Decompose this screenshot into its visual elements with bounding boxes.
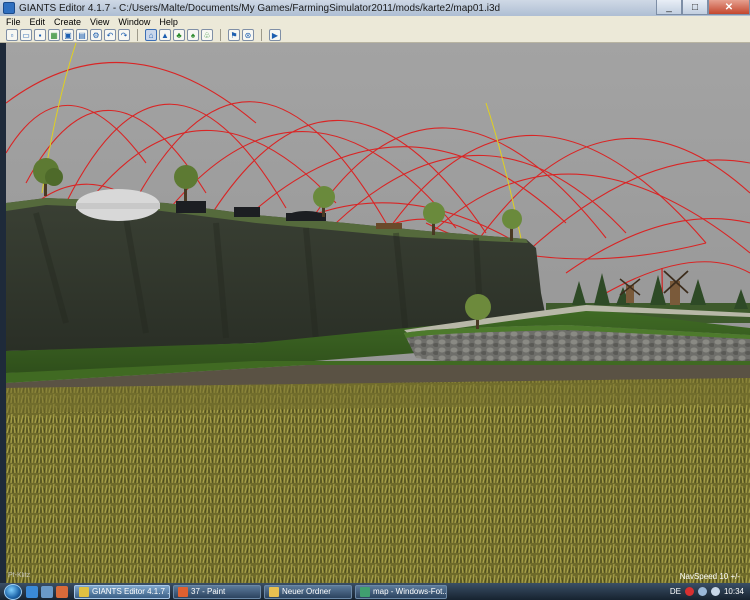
3d-viewport[interactable]: Pf-Klitz NavSpeed 10 +/- — [6, 43, 750, 583]
save-icon[interactable]: ▪ — [34, 29, 46, 41]
task-label: map - Windows-Fot... — [373, 587, 447, 596]
taskbar: GIANTS Editor 4.1.7 ... 37 - Paint Neuer… — [0, 583, 750, 600]
quick-launch — [26, 585, 68, 598]
media-icon[interactable] — [56, 585, 68, 598]
close-button[interactable]: ✕ — [708, 0, 750, 15]
settings-icon[interactable]: ⚙ — [90, 29, 102, 41]
menu-bar: File Edit Create View Window Help — [0, 16, 750, 28]
network-icon[interactable] — [697, 587, 707, 596]
photo-viewer-icon — [360, 586, 370, 597]
open-icon[interactable]: ▭ — [20, 29, 32, 41]
save-all-icon[interactable]: ▦ — [48, 29, 60, 41]
language-indicator[interactable]: DE — [670, 587, 681, 596]
antivirus-icon[interactable] — [684, 587, 694, 596]
select-tool-icon[interactable]: ⌂ — [145, 29, 157, 41]
system-tray: DE 10:34 — [670, 587, 750, 596]
import-icon[interactable]: ▣ — [62, 29, 74, 41]
minimize-button[interactable]: _ — [656, 0, 682, 15]
undo-icon[interactable]: ↶ — [104, 29, 116, 41]
toolbar: ▫ ▭ ▪ ▦ ▣ ▤ ⚙ ↶ ↷ ⌂ ▲ ♣ ♠ ♧ ⚑ ⊛ ▶ — [0, 28, 750, 43]
foliage-paint-icon[interactable]: ♣ — [173, 29, 185, 41]
toolbar-separator — [261, 29, 262, 41]
menu-window[interactable]: Window — [118, 17, 150, 27]
task-giants-editor[interactable]: GIANTS Editor 4.1.7 ... — [74, 584, 170, 599]
volume-icon[interactable] — [710, 587, 720, 596]
scene-render — [6, 43, 750, 583]
paint-icon — [178, 586, 188, 597]
play-icon[interactable]: ▶ — [269, 29, 281, 41]
new-icon[interactable]: ▫ — [6, 29, 18, 41]
menu-create[interactable]: Create — [54, 17, 81, 27]
redo-icon[interactable]: ↷ — [118, 29, 130, 41]
window-title: GIANTS Editor 4.1.7 - C:/Users/Malte/Doc… — [19, 2, 501, 14]
task-folder[interactable]: Neuer Ordner — [264, 584, 352, 599]
debug-icon[interactable]: ⊛ — [242, 29, 254, 41]
task-photo-viewer[interactable]: map - Windows-Fot... — [355, 584, 447, 599]
task-label: Neuer Ordner — [282, 587, 331, 596]
app-icon — [3, 2, 15, 14]
maximize-button[interactable]: □ — [682, 0, 708, 15]
menu-help[interactable]: Help — [159, 17, 178, 27]
task-label: 37 - Paint — [191, 587, 226, 596]
start-button[interactable] — [4, 583, 22, 600]
tree-paint-icon[interactable]: ♧ — [201, 29, 213, 41]
menu-view[interactable]: View — [90, 17, 109, 27]
ie-icon[interactable] — [26, 585, 38, 598]
show-desktop-icon[interactable] — [41, 585, 53, 598]
grass-paint-icon[interactable]: ♠ — [187, 29, 199, 41]
terrain-paint-icon[interactable]: ▲ — [159, 29, 171, 41]
clock[interactable]: 10:34 — [724, 587, 744, 596]
menu-file[interactable]: File — [6, 17, 21, 27]
title-bar: GIANTS Editor 4.1.7 - C:/Users/Malte/Doc… — [0, 0, 750, 16]
giants-editor-icon — [79, 586, 89, 597]
task-paint[interactable]: 37 - Paint — [173, 584, 261, 599]
script-icon[interactable]: ⚑ — [228, 29, 240, 41]
export-icon[interactable]: ▤ — [76, 29, 88, 41]
folder-icon — [269, 586, 279, 597]
menu-edit[interactable]: Edit — [30, 17, 46, 27]
toolbar-separator — [220, 29, 221, 41]
toolbar-separator — [137, 29, 138, 41]
nav-speed-readout: NavSpeed 10 +/- — [679, 572, 740, 581]
viewport-watermark: Pf-Klitz — [8, 572, 31, 579]
task-label: GIANTS Editor 4.1.7 ... — [92, 587, 170, 596]
